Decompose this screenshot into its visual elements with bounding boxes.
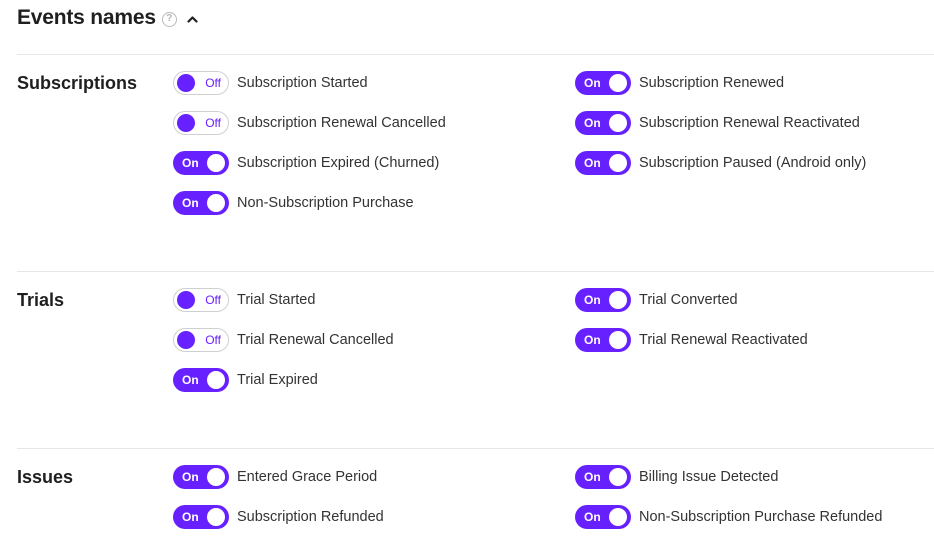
event-subscription-expired: On Subscription Expired (Churned) (173, 151, 439, 175)
event-label: Trial Started (237, 292, 316, 308)
event-toggle[interactable]: On (575, 151, 631, 175)
event-trial-expired: On Trial Expired (173, 368, 318, 392)
event-billing-issue-detected: On Billing Issue Detected (575, 465, 778, 489)
event-toggle[interactable]: Off (173, 111, 229, 135)
toggle-knob (609, 331, 627, 349)
toggle-state: On (584, 333, 601, 347)
event-toggle[interactable]: On (173, 151, 229, 175)
event-toggle[interactable]: On (575, 71, 631, 95)
event-toggle[interactable]: On (575, 288, 631, 312)
event-label: Subscription Started (237, 75, 368, 91)
toggle-knob (609, 74, 627, 92)
event-label: Trial Expired (237, 372, 318, 388)
divider (17, 271, 934, 272)
toggle-state: On (182, 510, 199, 524)
event-subscription-renewal-cancelled: Off Subscription Renewal Cancelled (173, 111, 446, 135)
toggle-knob (609, 154, 627, 172)
toggle-state: Off (205, 333, 221, 347)
toggle-state: Off (205, 116, 221, 130)
divider (17, 448, 934, 449)
event-non-subscription-purchase-refunded: On Non-Subscription Purchase Refunded (575, 505, 882, 529)
chevron-up-icon[interactable] (187, 13, 199, 25)
event-toggle[interactable]: On (575, 111, 631, 135)
event-label: Subscription Renewed (639, 75, 785, 91)
event-toggle[interactable]: On (173, 465, 229, 489)
toggle-knob (207, 154, 225, 172)
event-subscription-renewed: On Subscription Renewed (575, 71, 784, 95)
help-icon[interactable]: ? (161, 11, 177, 27)
event-label: Trial Converted (639, 292, 738, 308)
event-label: Non-Subscription Purchase (237, 195, 414, 211)
event-subscription-renewal-reactivated: On Subscription Renewal Reactivated (575, 111, 860, 135)
event-toggle[interactable]: Off (173, 288, 229, 312)
event-label: Subscription Refunded (237, 509, 384, 525)
toggle-state: On (182, 373, 199, 387)
event-label: Subscription Renewal Reactivated (639, 115, 860, 131)
divider (17, 54, 934, 55)
toggle-state: Off (205, 293, 221, 307)
toggle-state: On (182, 196, 199, 210)
event-toggle[interactable]: On (575, 328, 631, 352)
toggle-knob (207, 194, 225, 212)
toggle-knob (207, 508, 225, 526)
event-label: Trial Renewal Reactivated (639, 332, 808, 348)
event-label: Subscription Renewal Cancelled (237, 115, 446, 131)
section-title: Trials (17, 290, 65, 310)
toggle-state: On (584, 156, 601, 170)
event-toggle[interactable]: On (173, 191, 229, 215)
event-trial-converted: On Trial Converted (575, 288, 738, 312)
toggle-knob (177, 74, 195, 92)
toggle-knob (609, 508, 627, 526)
event-label: Billing Issue Detected (639, 469, 779, 485)
toggle-knob (177, 331, 195, 349)
event-non-subscription-purchase: On Non-Subscription Purchase (173, 191, 414, 215)
event-toggle[interactable]: On (173, 368, 229, 392)
toggle-state: On (584, 470, 601, 484)
event-label: Non-Subscription Purchase Refunded (639, 509, 883, 525)
toggle-knob (609, 291, 627, 309)
event-trial-started: Off Trial Started (173, 288, 315, 312)
toggle-state: On (584, 116, 601, 130)
toggle-state: On (182, 156, 199, 170)
toggle-state: On (584, 293, 601, 307)
event-label: Entered Grace Period (237, 469, 378, 485)
toggle-knob (207, 468, 225, 486)
event-entered-grace-period: On Entered Grace Period (173, 465, 377, 489)
event-label: Subscription Paused (Android only) (639, 155, 867, 171)
toggle-state: On (584, 510, 601, 524)
event-label: Trial Renewal Cancelled (237, 332, 394, 348)
event-trial-renewal-cancelled: Off Trial Renewal Cancelled (173, 328, 394, 352)
events-names-header: Events names ? (17, 4, 199, 32)
toggle-knob (177, 114, 195, 132)
page-title: Events names (17, 6, 156, 29)
event-toggle[interactable]: On (173, 505, 229, 529)
event-subscription-refunded: On Subscription Refunded (173, 505, 384, 529)
toggle-knob (177, 291, 195, 309)
event-toggle[interactable]: Off (173, 71, 229, 95)
event-subscription-paused: On Subscription Paused (Android only) (575, 151, 866, 175)
event-label: Subscription Expired (Churned) (237, 155, 440, 171)
event-toggle[interactable]: Off (173, 328, 229, 352)
event-trial-renewal-reactivated: On Trial Renewal Reactivated (575, 328, 808, 352)
toggle-knob (609, 114, 627, 132)
toggle-state: On (182, 470, 199, 484)
toggle-knob (609, 468, 627, 486)
event-toggle[interactable]: On (575, 505, 631, 529)
event-subscription-started: Off Subscription Started (173, 71, 368, 95)
section-title: Subscriptions (17, 73, 138, 93)
toggle-state: Off (205, 76, 221, 90)
section-title: Issues (17, 467, 74, 487)
toggle-knob (207, 371, 225, 389)
toggle-state: On (584, 76, 601, 90)
event-toggle[interactable]: On (575, 465, 631, 489)
